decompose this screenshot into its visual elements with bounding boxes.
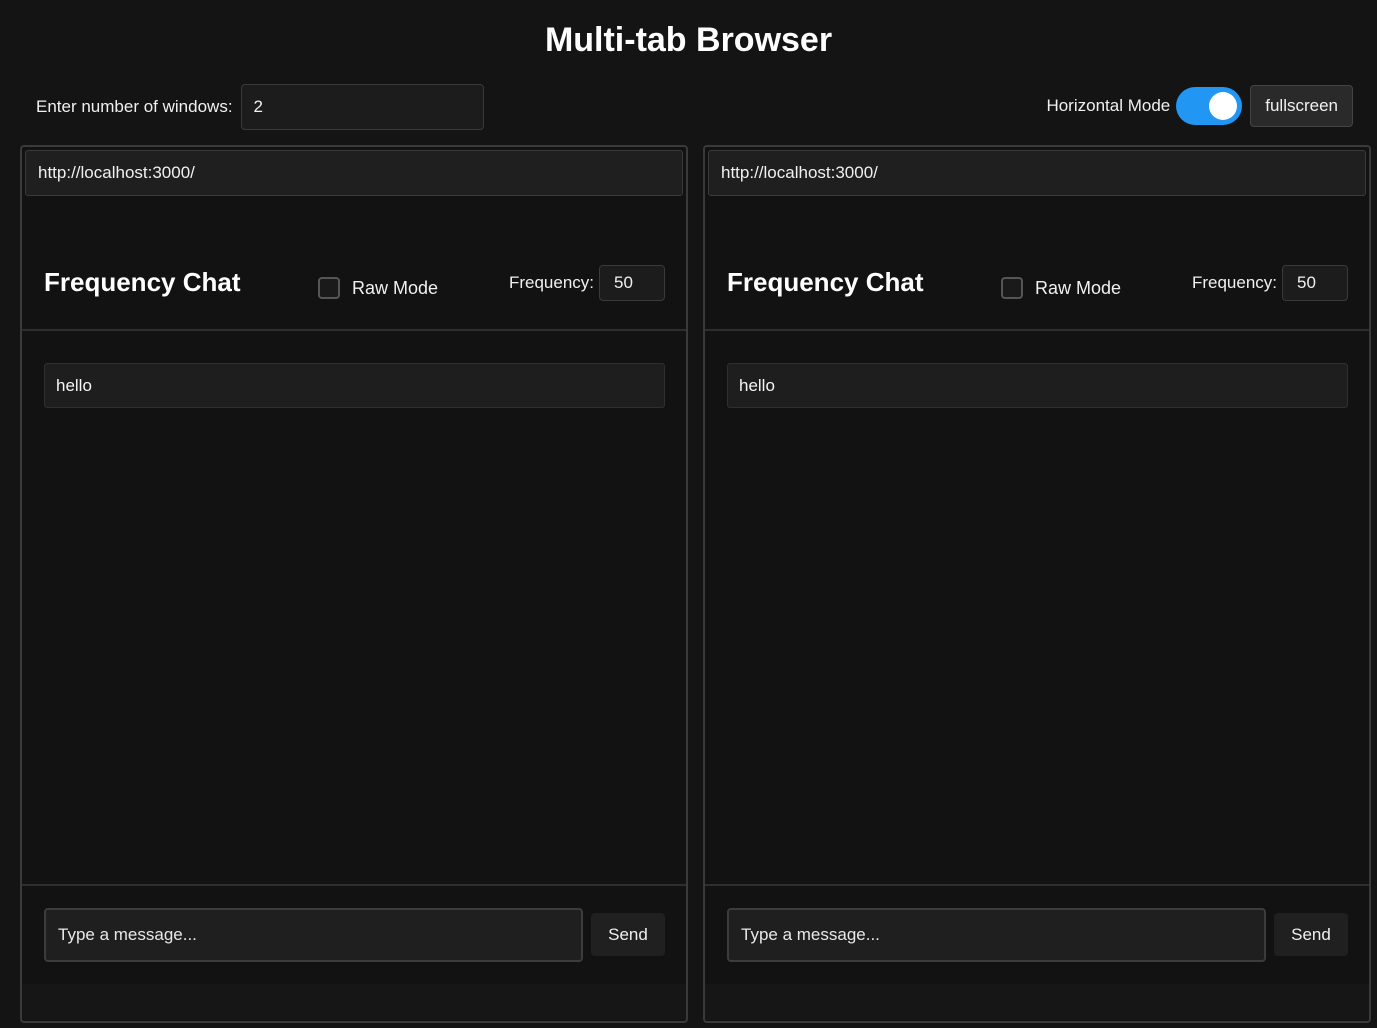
browser-window-1: http://localhost:3000/ Frequency Chat Ra… bbox=[20, 145, 688, 1023]
page-title: Multi-tab Browser bbox=[544, 21, 833, 59]
raw-mode-option[interactable]: Raw Mode bbox=[1001, 277, 1121, 299]
window-footer bbox=[22, 984, 686, 1020]
raw-mode-label: Raw Mode bbox=[352, 277, 439, 298]
raw-mode-option[interactable]: Raw Mode bbox=[318, 277, 438, 299]
message-composer: Type a message... Send bbox=[705, 884, 1369, 986]
view-controls: Horizontal Mode fullscreen bbox=[1046, 85, 1353, 127]
message-item: hello bbox=[44, 363, 665, 408]
frequency-label: Frequency: bbox=[1191, 273, 1277, 292]
frequency-control: Frequency: 50 bbox=[1192, 265, 1348, 301]
fullscreen-button[interactable]: fullscreen bbox=[1250, 85, 1353, 127]
chat-header: Frequency Chat Raw Mode Frequency: 50 bbox=[705, 247, 1369, 331]
frequency-input[interactable]: 50 bbox=[1282, 265, 1348, 301]
message-composer: Type a message... Send bbox=[22, 884, 686, 986]
window-footer bbox=[705, 984, 1369, 1020]
frequency-label: Frequency: bbox=[508, 273, 594, 292]
horizontal-mode-toggle[interactable] bbox=[1176, 87, 1243, 125]
chat-title: Frequency Chat bbox=[727, 267, 924, 297]
browser-window-2: http://localhost:3000/ Frequency Chat Ra… bbox=[703, 145, 1371, 1023]
message-list: hello bbox=[727, 363, 1348, 408]
chat-header: Frequency Chat Raw Mode Frequency: 50 bbox=[22, 247, 686, 331]
frequency-control: Frequency: 50 bbox=[509, 265, 665, 301]
chat-title: Frequency Chat bbox=[44, 267, 241, 297]
message-item: hello bbox=[727, 363, 1348, 408]
send-button[interactable]: Send bbox=[591, 913, 665, 956]
window-count-label: Enter number of windows: bbox=[36, 97, 233, 116]
url-bar[interactable]: http://localhost:3000/ bbox=[25, 150, 683, 196]
horizontal-mode-label: Horizontal Mode bbox=[1046, 96, 1171, 115]
send-button[interactable]: Send bbox=[1274, 913, 1348, 956]
url-bar[interactable]: http://localhost:3000/ bbox=[708, 150, 1366, 196]
message-list: hello bbox=[44, 363, 665, 408]
raw-mode-label: Raw Mode bbox=[1035, 277, 1122, 298]
message-input[interactable]: Type a message... bbox=[727, 908, 1266, 962]
frequency-input[interactable]: 50 bbox=[599, 265, 665, 301]
window-count-control: Enter number of windows: 2 bbox=[36, 84, 484, 130]
message-input[interactable]: Type a message... bbox=[44, 908, 583, 962]
window-count-input[interactable]: 2 bbox=[240, 84, 484, 130]
raw-mode-checkbox[interactable] bbox=[318, 277, 340, 299]
raw-mode-checkbox[interactable] bbox=[1001, 277, 1023, 299]
toggle-knob bbox=[1209, 92, 1238, 120]
